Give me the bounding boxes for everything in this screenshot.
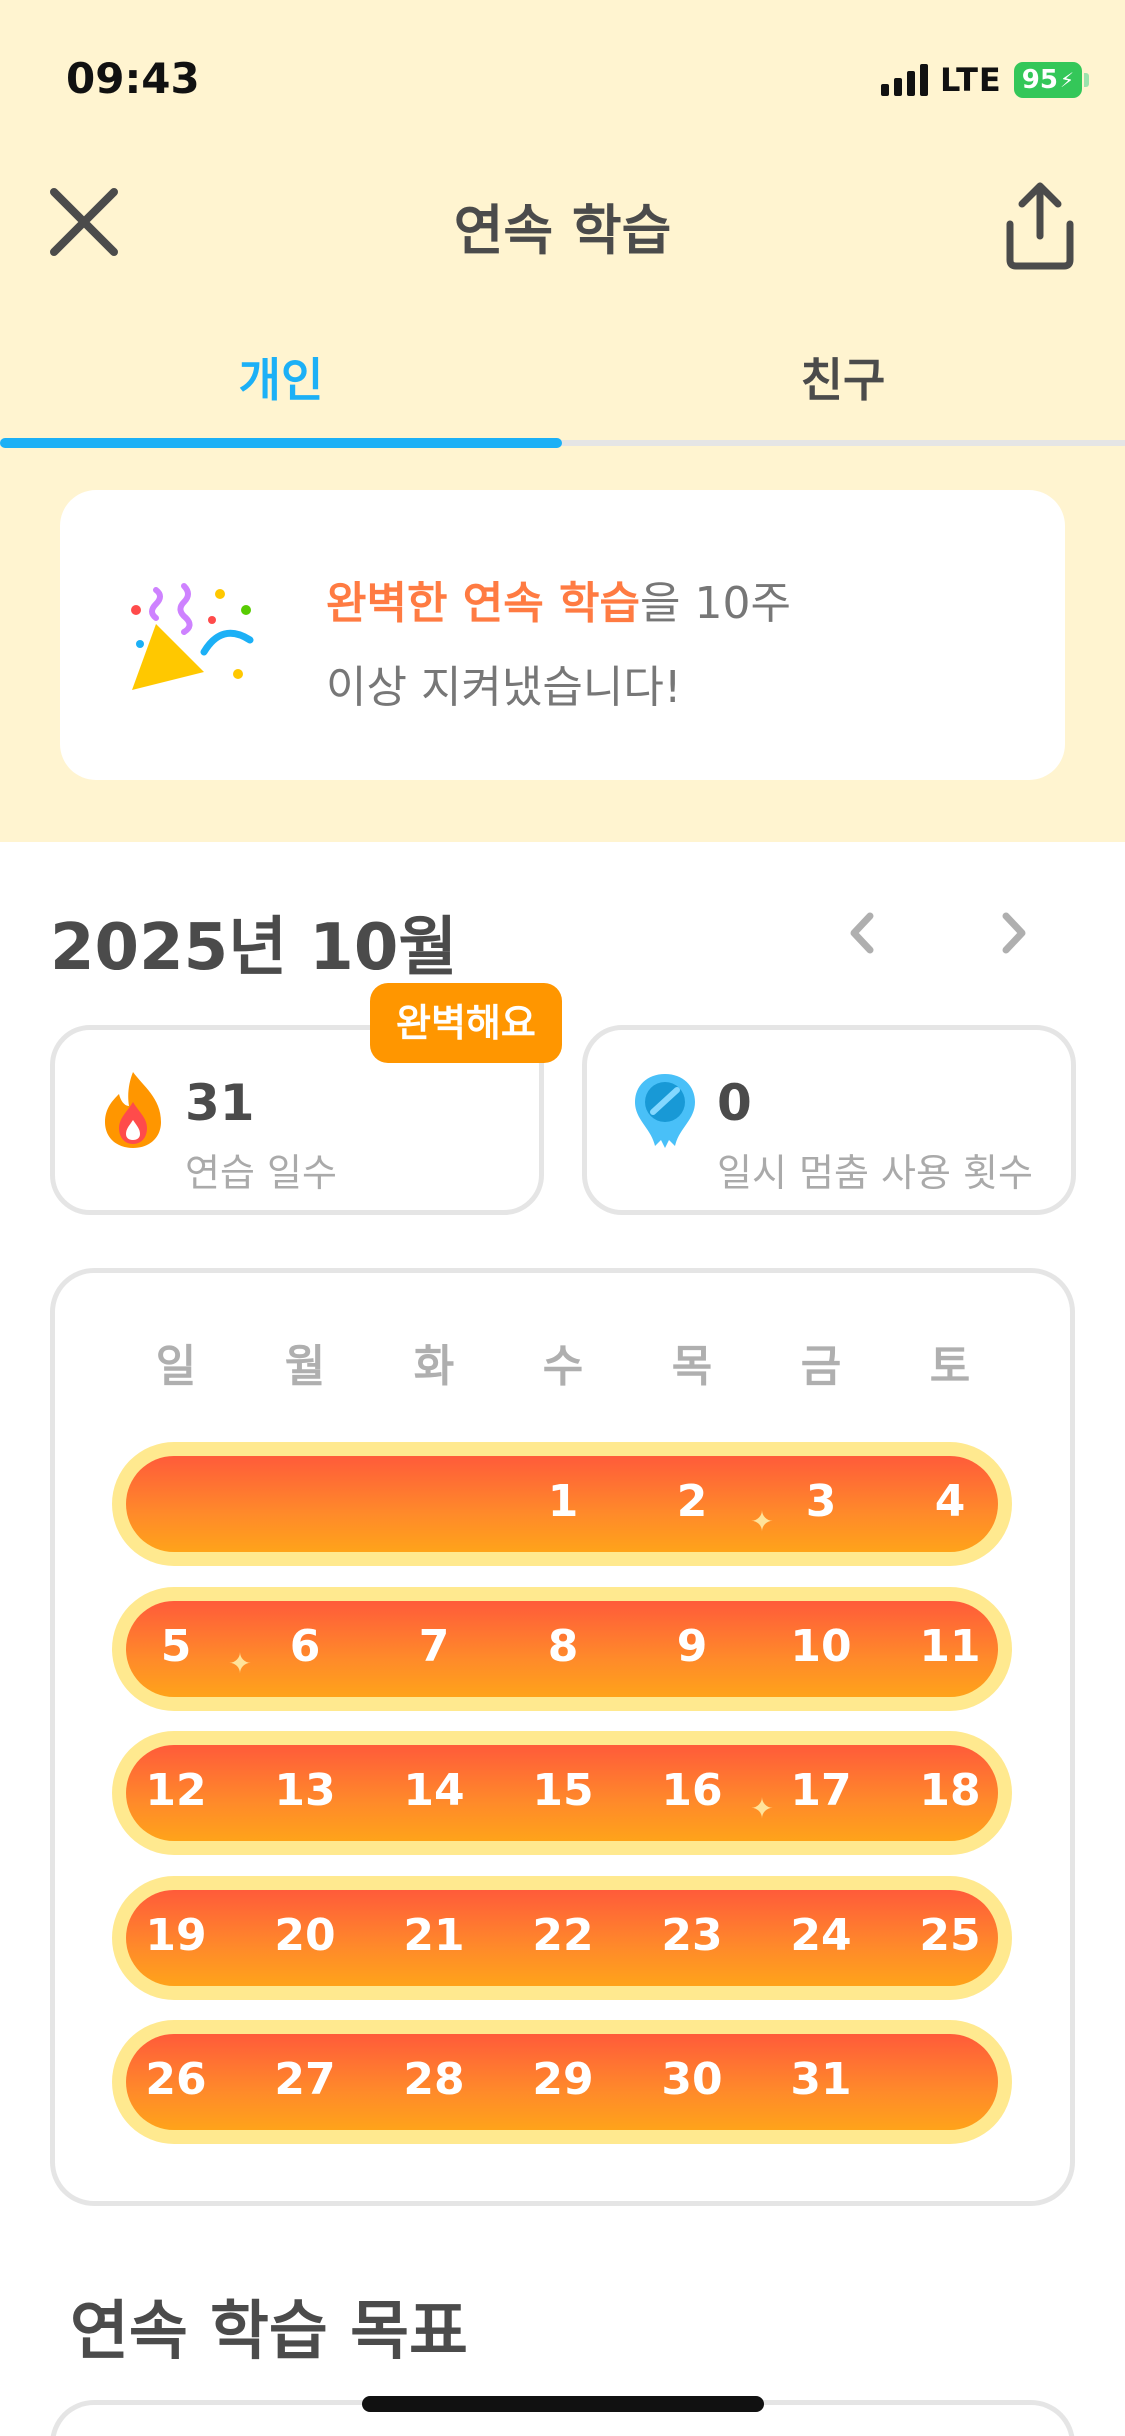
calendar-day[interactable]: 31 bbox=[771, 2054, 871, 2105]
achievement-banner: 완벽한 연속 학습을 10주 이상 지켜냈습니다! bbox=[60, 490, 1065, 780]
calendar-day[interactable]: 24 bbox=[771, 1910, 871, 1961]
freeze-used-value: 0 bbox=[717, 1074, 752, 1132]
calendar-day[interactable]: 5 bbox=[126, 1621, 226, 1672]
calendar-day[interactable]: 4 bbox=[900, 1476, 1000, 1527]
status-time: 09:43 bbox=[66, 54, 200, 103]
weekday-label: 화 bbox=[413, 1341, 455, 1392]
weekday-label: 토 bbox=[929, 1341, 971, 1392]
signal-icon bbox=[880, 64, 928, 96]
status-indicators: LTE 95 ⚡ bbox=[880, 58, 1089, 102]
calendar-day[interactable]: 9 bbox=[642, 1621, 742, 1672]
calendar-day[interactable]: 8 bbox=[513, 1621, 613, 1672]
tab-personal[interactable]: 개인 bbox=[0, 344, 562, 410]
calendar-day[interactable]: 16 bbox=[642, 1765, 742, 1816]
network-label: LTE bbox=[939, 61, 1002, 99]
banner-highlight: 완벽한 연속 학습 bbox=[326, 578, 640, 629]
sparkle-icon: ✦ bbox=[750, 1505, 774, 1538]
calendar-day[interactable]: 15 bbox=[513, 1765, 613, 1816]
party-popper-icon bbox=[131, 583, 254, 690]
calendar-day[interactable]: 11 bbox=[900, 1621, 1000, 1672]
calendar-day[interactable]: 10 bbox=[771, 1621, 871, 1672]
calendar-day[interactable]: 7 bbox=[384, 1621, 484, 1672]
practice-days-label: 연습 일수 bbox=[185, 1151, 337, 1195]
banner-text-1: 을 10주 bbox=[640, 578, 791, 629]
tab-indicator bbox=[0, 438, 562, 448]
calendar-day[interactable]: 12 bbox=[126, 1765, 226, 1816]
calendar-day[interactable]: 17 bbox=[771, 1765, 871, 1816]
calendar-day[interactable]: 25 bbox=[900, 1910, 1000, 1961]
calendar-day[interactable]: 3 bbox=[771, 1476, 871, 1527]
battery-icon: 95 ⚡ bbox=[1013, 62, 1089, 98]
calendar-day[interactable]: 19 bbox=[126, 1910, 226, 1961]
calendar-day[interactable]: 29 bbox=[513, 2054, 613, 2105]
next-month-button[interactable] bbox=[974, 898, 1054, 968]
perfect-badge: 완벽해요 bbox=[370, 983, 562, 1063]
page-title: 연속 학습 bbox=[453, 199, 672, 262]
month-title: 2025년 10월 bbox=[50, 911, 458, 985]
calendar-day[interactable]: 14 bbox=[384, 1765, 484, 1816]
calendar-day[interactable]: 22 bbox=[513, 1910, 613, 1961]
share-button[interactable] bbox=[995, 176, 1085, 276]
sparkle-icon: ✦ bbox=[750, 1792, 774, 1825]
banner-text-2: 이상 지켜냈습니다! bbox=[326, 662, 682, 713]
streak-freeze-icon bbox=[635, 1074, 695, 1148]
weekday-label: 일 bbox=[155, 1341, 197, 1392]
home-indicator bbox=[362, 2396, 764, 2412]
calendar-day[interactable]: 1 bbox=[513, 1476, 613, 1527]
freeze-used-card: 0 일시 멈춤 사용 횟수 bbox=[582, 1025, 1076, 1215]
chevron-left-icon bbox=[850, 912, 874, 954]
weekday-label: 수 bbox=[542, 1341, 584, 1392]
calendar-day[interactable]: 26 bbox=[126, 2054, 226, 2105]
calendar-day[interactable]: 21 bbox=[384, 1910, 484, 1961]
share-icon bbox=[1006, 182, 1074, 270]
goal-title: 연속 학습 목표 bbox=[70, 2295, 468, 2369]
flame-icon bbox=[105, 1072, 161, 1148]
sparkle-icon: ✦ bbox=[228, 1647, 252, 1680]
calendar-day[interactable]: 18 bbox=[900, 1765, 1000, 1816]
calendar-day[interactable]: 28 bbox=[384, 2054, 484, 2105]
calendar-day[interactable]: 27 bbox=[255, 2054, 355, 2105]
calendar-day[interactable]: 30 bbox=[642, 2054, 742, 2105]
tab-friends[interactable]: 친구 bbox=[562, 344, 1124, 410]
freeze-used-label: 일시 멈춤 사용 횟수 bbox=[717, 1151, 1033, 1195]
weekday-label: 금 bbox=[800, 1341, 842, 1392]
chevron-right-icon bbox=[1002, 912, 1026, 954]
weekday-label: 목 bbox=[671, 1341, 713, 1392]
calendar-day[interactable]: 13 bbox=[255, 1765, 355, 1816]
calendar-day[interactable]: 6 bbox=[255, 1621, 355, 1672]
weekday-label: 월 bbox=[284, 1341, 326, 1392]
battery-level: 95 bbox=[1021, 65, 1058, 95]
practice-days-value: 31 bbox=[185, 1074, 255, 1132]
calendar-day[interactable]: 20 bbox=[255, 1910, 355, 1961]
calendar-day[interactable]: 23 bbox=[642, 1910, 742, 1961]
banner-message: 완벽한 연속 학습을 10주 이상 지켜냈습니다! bbox=[326, 562, 1026, 730]
previous-month-button[interactable] bbox=[822, 898, 902, 968]
calendar-day[interactable]: 2 bbox=[642, 1476, 742, 1527]
